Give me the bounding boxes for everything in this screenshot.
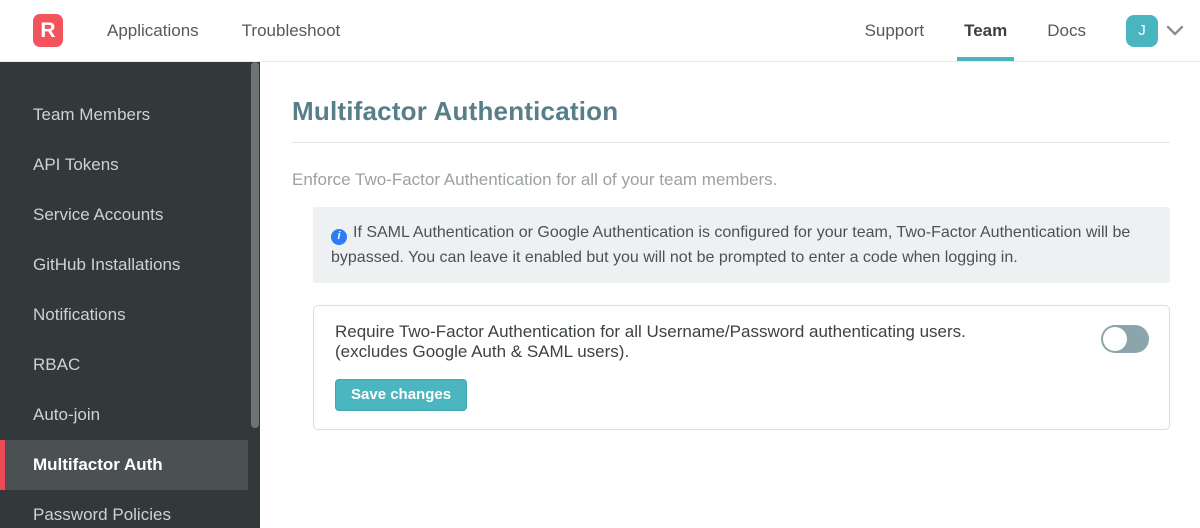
- sidebar-item-team-members[interactable]: Team Members: [0, 90, 260, 140]
- setting-label-line1: Require Two-Factor Authentication for al…: [335, 322, 966, 341]
- save-changes-button[interactable]: Save changes: [335, 379, 468, 411]
- avatar[interactable]: J: [1126, 14, 1158, 47]
- secondary-nav: Support Team Docs J: [825, 0, 1184, 61]
- info-icon: i: [331, 228, 347, 245]
- logo-letter: R: [40, 18, 56, 42]
- chevron-down-icon[interactable]: [1166, 25, 1184, 37]
- sidebar-item-github-installations[interactable]: GitHub Installations: [0, 240, 260, 290]
- title-divider: [292, 142, 1170, 143]
- nav-item-team[interactable]: Team: [957, 0, 1015, 61]
- primary-nav: Applications Troubleshoot: [107, 0, 383, 61]
- team-settings-sidebar: Team Members API Tokens Service Accounts…: [0, 62, 260, 528]
- sidebar-scrollbar[interactable]: [251, 62, 259, 428]
- rollbar-logo[interactable]: R: [33, 14, 63, 47]
- nav-item-support[interactable]: Support: [865, 0, 925, 61]
- nav-item-troubleshoot[interactable]: Troubleshoot: [242, 0, 341, 61]
- sidebar-item-password-policies[interactable]: Password Policies: [0, 490, 260, 528]
- two-factor-setting-label: Require Two-Factor Authentication for al…: [335, 322, 1101, 362]
- top-navbar: R Applications Troubleshoot Support Team…: [0, 0, 1200, 62]
- saml-bypass-info-box: i If SAML Authentication or Google Authen…: [313, 207, 1170, 283]
- page-title: Multifactor Authentication: [292, 96, 619, 126]
- sidebar-item-auto-join[interactable]: Auto-join: [0, 390, 260, 440]
- sidebar-item-multifactor-auth[interactable]: Multifactor Auth: [0, 440, 248, 490]
- main-content: Multifactor Authentication Enforce Two-F…: [260, 62, 1200, 528]
- nav-item-docs[interactable]: Docs: [1047, 0, 1086, 61]
- info-note-text: If SAML Authentication or Google Authent…: [331, 224, 1131, 266]
- toggle-knob: [1103, 327, 1127, 351]
- page-subtitle: Enforce Two-Factor Authentication for al…: [292, 170, 778, 189]
- nav-item-applications[interactable]: Applications: [107, 0, 199, 61]
- sidebar-item-service-accounts[interactable]: Service Accounts: [0, 190, 260, 240]
- sidebar-item-notifications[interactable]: Notifications: [0, 290, 260, 340]
- app-shell: Team Members API Tokens Service Accounts…: [0, 62, 1200, 528]
- two-factor-setting-card: Require Two-Factor Authentication for al…: [313, 305, 1170, 430]
- setting-label-line2: (excludes Google Auth & SAML users).: [335, 342, 630, 361]
- two-factor-toggle[interactable]: [1101, 325, 1149, 353]
- sidebar-item-api-tokens[interactable]: API Tokens: [0, 140, 260, 190]
- sidebar-item-rbac[interactable]: RBAC: [0, 340, 260, 390]
- avatar-initial: J: [1138, 22, 1146, 39]
